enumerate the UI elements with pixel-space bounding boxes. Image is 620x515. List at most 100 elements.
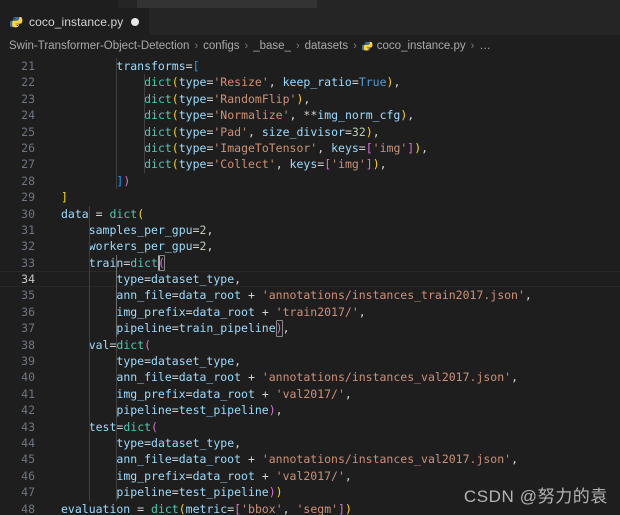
breadcrumb-item-3[interactable]: datasets: [305, 40, 348, 52]
code-line[interactable]: 24 dict(type='Normalize', **img_norm_cfg…: [0, 107, 620, 123]
line-number: 26: [21, 140, 35, 155]
breadcrumb-item-1[interactable]: configs: [203, 40, 239, 52]
line-number: 34: [21, 272, 35, 287]
code-line[interactable]: 44 type=dataset_type,: [0, 435, 620, 451]
code-token: =: [144, 354, 152, 369]
code-token: ,: [234, 272, 242, 287]
code-token: ): [344, 501, 352, 515]
code-token: workers_per_gpu: [88, 239, 193, 254]
editor-tab-bar: coco_instance.py: [0, 8, 620, 35]
code-token: type: [178, 75, 207, 90]
code-line[interactable]: 23 dict(type='RandomFlip'),: [0, 91, 620, 107]
code-line[interactable]: 33 train=dict(: [0, 254, 620, 272]
code-token: train_pipeline: [178, 321, 276, 336]
breadcrumb-item-4[interactable]: coco_instance.py: [361, 40, 466, 52]
line-number: 38: [21, 337, 35, 352]
line-number: 35: [21, 288, 35, 303]
code-token: (: [171, 91, 179, 106]
editor-tab-coco-instance[interactable]: coco_instance.py: [0, 8, 150, 35]
code-token: 'annotations/instances_val2017.json': [261, 452, 512, 467]
code-line[interactable]: 47 pipeline=test_pipeline)): [0, 484, 620, 500]
code-line[interactable]: 42 pipeline=test_pipeline),: [0, 402, 620, 418]
code-line[interactable]: 31 samples_per_gpu=2,: [0, 222, 620, 238]
code-line[interactable]: 22 dict(type='Resize', keep_ratio=True),: [0, 74, 620, 90]
code-line[interactable]: 41 img_prefix=data_root + 'val2017/',: [0, 386, 620, 402]
code-line[interactable]: 32 workers_per_gpu=2,: [0, 238, 620, 254]
code-token: img_prefix: [116, 468, 186, 483]
code-token: =: [130, 501, 152, 515]
code-token: data_root: [192, 386, 255, 401]
code-token: True: [358, 75, 387, 90]
code-line[interactable]: 26 dict(type='ImageToTensor', keys=['img…: [0, 140, 620, 156]
code-line[interactable]: 25 dict(type='Pad', size_divisor=32),: [0, 124, 620, 140]
code-token: =: [185, 59, 193, 73]
code-line[interactable]: 30 data = dict(: [0, 206, 620, 222]
code-line[interactable]: 28 ]): [0, 173, 620, 189]
breadcrumb-item-5[interactable]: …: [479, 40, 491, 52]
breadcrumb-separator: ›: [194, 40, 199, 52]
unsaved-dot-icon[interactable]: [131, 18, 140, 26]
code-token: train: [88, 255, 124, 270]
code-token: dict: [151, 501, 179, 515]
code-line[interactable]: 40 ann_file=data_root + 'annotations/ins…: [0, 369, 620, 385]
toolbar-strip-right: [317, 0, 620, 8]
code-token: ): [372, 157, 380, 172]
code-line[interactable]: 46 img_prefix=data_root + 'val2017/',: [0, 468, 620, 484]
line-number: 28: [21, 173, 35, 188]
code-line-content: ]): [60, 173, 620, 189]
toolbar-strip-left: [0, 0, 118, 8]
code-line[interactable]: 21 transforms=[: [0, 58, 620, 74]
code-token: ,: [524, 288, 532, 303]
code-token: test_pipeline: [178, 403, 269, 418]
code-line[interactable]: 29]: [0, 189, 620, 205]
code-line[interactable]: 34 type=dataset_type,: [0, 271, 620, 288]
code-line-content: transforms=[: [60, 58, 620, 74]
code-editor[interactable]: 21 transforms=[22 dict(type='Resize', ke…: [0, 57, 620, 515]
code-token: ,: [379, 157, 387, 172]
code-token: type: [178, 124, 207, 139]
line-number: 45: [21, 452, 35, 467]
code-token: (: [137, 206, 145, 221]
code-token: ,: [344, 386, 352, 401]
code-token: dataset_type: [151, 272, 235, 287]
code-token: (: [171, 124, 179, 139]
code-token: ): [365, 124, 373, 139]
code-token: **: [303, 108, 318, 123]
code-line-content: test=dict(: [60, 419, 620, 435]
code-token: (: [171, 108, 179, 123]
code-token: img_prefix: [116, 304, 186, 319]
code-line[interactable]: 35 ann_file=data_root + 'annotations/ins…: [0, 287, 620, 303]
breadcrumb-item-2[interactable]: _base_: [253, 40, 291, 52]
code-token: data: [61, 206, 89, 221]
code-line[interactable]: 36 img_prefix=data_root + 'train2017/',: [0, 304, 620, 320]
code-line-content: type=dataset_type,: [60, 353, 620, 369]
code-token: 'annotations/instances_val2017.json': [261, 370, 512, 385]
code-line[interactable]: 39 type=dataset_type,: [0, 353, 620, 369]
code-line[interactable]: 48 evaluation = dict(metric=['bbox', 'seg…: [0, 501, 620, 515]
breadcrumb-item-0[interactable]: Swin-Transformer-Object-Detection: [9, 40, 189, 52]
code-line-content: ann_file=data_root + 'annotations/instan…: [60, 451, 620, 467]
code-line[interactable]: 27 dict(type='Collect', keys=['img']),: [0, 156, 620, 172]
code-token: ann_file: [116, 452, 172, 467]
code-line-content: ]: [60, 189, 620, 205]
code-token: ): [123, 173, 131, 188]
breadcrumb-separator: ›: [470, 40, 475, 52]
code-token: data_root: [192, 304, 255, 319]
code-line[interactable]: 45 ann_file=data_root + 'annotations/ins…: [0, 451, 620, 467]
code-token: =: [144, 435, 152, 450]
line-number: 41: [21, 386, 35, 401]
code-line[interactable]: 37 pipeline=train_pipeline),: [0, 320, 620, 337]
code-token: 'train2017/': [275, 304, 359, 319]
code-token: 'img': [372, 140, 408, 155]
code-token: (: [178, 501, 186, 515]
code-line[interactable]: 43 test=dict(: [0, 419, 620, 435]
code-line[interactable]: 38 val=dict(: [0, 337, 620, 353]
code-token: ,: [282, 501, 297, 515]
breadcrumb-item-label: …: [479, 40, 491, 52]
